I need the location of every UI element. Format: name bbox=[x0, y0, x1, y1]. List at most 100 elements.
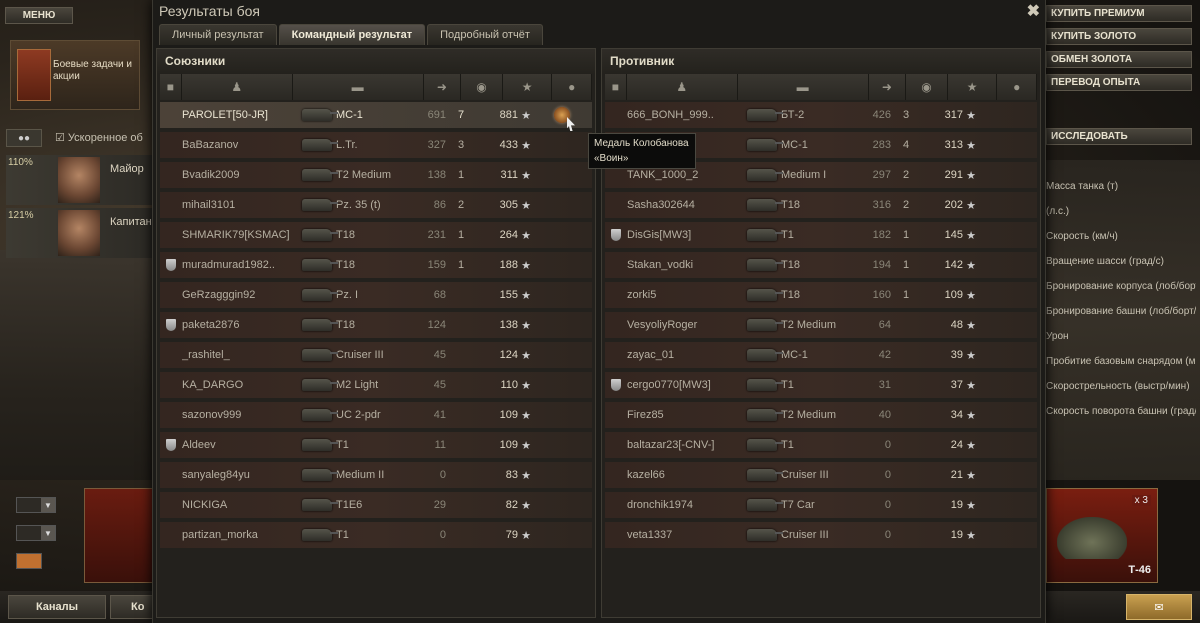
player-name[interactable]: partizan_morka bbox=[182, 529, 300, 541]
player-name[interactable]: baltazar23[-CNV-] bbox=[627, 439, 745, 451]
player-row[interactable]: Bvadik2009 T2 Medium 138 1 311 ★ bbox=[160, 162, 592, 188]
crew-member-1[interactable]: 110% Майор bbox=[6, 155, 156, 205]
filter-level-button[interactable] bbox=[16, 553, 42, 569]
player-name[interactable]: 666_BONH_999.. bbox=[627, 109, 745, 121]
player-row[interactable]: baltazar23[-CNV-] T1 0 24 ★ bbox=[605, 432, 1037, 458]
player-row[interactable]: VesyoliyRoger T2 Medium 64 48 ★ bbox=[605, 312, 1037, 338]
tank-name: T2 Medium bbox=[781, 319, 837, 331]
player-row[interactable]: kazel66 Cruiser III 0 21 ★ bbox=[605, 462, 1037, 488]
tab-personal[interactable]: Личный результат bbox=[159, 24, 277, 45]
player-name[interactable]: zayac_01 bbox=[627, 349, 745, 361]
tank-name: Cruiser III bbox=[336, 349, 384, 361]
player-name[interactable]: Firez85 bbox=[627, 409, 745, 421]
research-button[interactable]: ИССЛЕДОВАТЬ bbox=[1046, 128, 1192, 145]
player-row[interactable]: sanyaleg84yu Medium II 0 83 ★ bbox=[160, 462, 592, 488]
exchange-gold-button[interactable]: ОБМЕН ЗОЛОТА bbox=[1046, 51, 1192, 68]
medal-column-icon[interactable]: ● bbox=[997, 74, 1038, 100]
player-name[interactable]: GeRzagggin92 bbox=[182, 289, 300, 301]
star-icon: ★ bbox=[521, 199, 531, 212]
accelerated-training-checkbox[interactable]: ☑ Ускоренное об bbox=[55, 131, 143, 144]
tab-detailed[interactable]: Подробный отчёт bbox=[427, 24, 543, 45]
convert-xp-button[interactable]: ПЕРЕВОД ОПЫТА bbox=[1046, 74, 1192, 91]
player-row[interactable]: SHMARIK79[KSMAC] T18 231 1 264 ★ bbox=[160, 222, 592, 248]
xp-column-icon[interactable]: ★ bbox=[502, 74, 553, 100]
player-row[interactable]: Firez85 T2 Medium 40 34 ★ bbox=[605, 402, 1037, 428]
kills-column-icon[interactable]: ◉ bbox=[461, 74, 503, 100]
player-name[interactable]: kazel66 bbox=[627, 469, 745, 481]
tank-column-icon[interactable]: ▬ bbox=[737, 74, 869, 100]
player-name[interactable]: BaBazanov bbox=[182, 139, 300, 151]
player-row[interactable]: Sasha302644 T18 316 2 202 ★ bbox=[605, 192, 1037, 218]
player-column-icon[interactable]: ♟ bbox=[181, 74, 293, 100]
player-name[interactable]: Stakan_vodki bbox=[627, 259, 745, 271]
xp-column-icon[interactable]: ★ bbox=[947, 74, 998, 100]
kills-value: 3 bbox=[457, 139, 465, 151]
player-row[interactable]: PAROLET[50-JR] МС-1 691 7 881 ★ bbox=[160, 102, 592, 128]
player-row[interactable]: paketa2876 T18 124 138 ★ bbox=[160, 312, 592, 338]
player-row[interactable]: muradmurad1982.. T18 159 1 188 ★ bbox=[160, 252, 592, 278]
player-name[interactable]: veta1337 bbox=[627, 529, 745, 541]
player-name[interactable]: Bvadik2009 bbox=[182, 169, 300, 181]
player-row[interactable]: veta1337 Cruiser III 0 19 ★ bbox=[605, 522, 1037, 548]
player-row[interactable]: NICKIGA T1E6 29 82 ★ bbox=[160, 492, 592, 518]
player-name[interactable]: muradmurad1982.. bbox=[182, 259, 300, 271]
player-row[interactable]: KA_DARGO M2 Light 45 110 ★ bbox=[160, 372, 592, 398]
player-name[interactable]: sanyaleg84yu bbox=[182, 469, 300, 481]
player-row[interactable]: sazonov999 UC 2-pdr 41 109 ★ bbox=[160, 402, 592, 428]
damage-column-icon[interactable]: ➜ bbox=[868, 74, 907, 100]
medal-cell[interactable] bbox=[534, 107, 590, 123]
player-name[interactable]: DisGis[MW3] bbox=[627, 229, 745, 241]
player-column-icon[interactable]: ♟ bbox=[626, 74, 738, 100]
player-name[interactable]: zorki5 bbox=[627, 289, 745, 301]
player-name[interactable]: mihail3101 bbox=[182, 199, 300, 211]
player-row[interactable]: dronchik1974 T7 Car 0 19 ★ bbox=[605, 492, 1037, 518]
player-row[interactable]: Stakan_vodki T18 194 1 142 ★ bbox=[605, 252, 1037, 278]
contacts-button[interactable]: Ко bbox=[110, 595, 155, 619]
tab-team[interactable]: Командный результат bbox=[278, 24, 426, 45]
kills-column-icon[interactable]: ◉ bbox=[906, 74, 948, 100]
crew-toggle-button[interactable]: ●● bbox=[6, 129, 42, 147]
player-name[interactable]: PAROLET[50-JR] bbox=[182, 109, 300, 121]
buy-gold-button[interactable]: КУПИТЬ ЗОЛОТО bbox=[1046, 28, 1192, 45]
menu-button[interactable]: МЕНЮ bbox=[5, 7, 73, 24]
player-row[interactable]: GeRzagggin92 Pz. I 68 155 ★ bbox=[160, 282, 592, 308]
channels-button[interactable]: Каналы bbox=[8, 595, 106, 619]
player-name[interactable]: _rashitel_ bbox=[182, 349, 300, 361]
allies-table-header: ■ ♟ ▬ ➜ ◉ ★ ● bbox=[160, 74, 593, 100]
damage-column-icon[interactable]: ➜ bbox=[423, 74, 462, 100]
filter-type-select[interactable]: ▼ bbox=[16, 525, 56, 541]
player-row[interactable]: BaBazanov L.Tr. 327 3 433 ★ bbox=[160, 132, 592, 158]
player-name[interactable]: KA_DARGO bbox=[182, 379, 300, 391]
player-row[interactable]: DisGis[MW3] T1 182 1 145 ★ bbox=[605, 222, 1037, 248]
player-name[interactable]: cergo0770[MW3] bbox=[627, 379, 745, 391]
player-row[interactable]: zorki5 T18 160 1 109 ★ bbox=[605, 282, 1037, 308]
tank-column-icon[interactable]: ▬ bbox=[292, 74, 424, 100]
crew-member-2[interactable]: 121% Капитан bbox=[6, 208, 156, 258]
medal-column-icon[interactable]: ● bbox=[552, 74, 593, 100]
player-name[interactable]: Aldeev bbox=[182, 439, 300, 451]
squad-column-icon[interactable]: ■ bbox=[160, 74, 182, 100]
player-name[interactable]: dronchik1974 bbox=[627, 499, 745, 511]
close-icon[interactable]: ✖ bbox=[1027, 1, 1040, 21]
player-name[interactable]: SHMARIK79[KSMAC] bbox=[182, 229, 300, 241]
player-row[interactable]: mihail3101 Pz. 35 (t) 86 2 305 ★ bbox=[160, 192, 592, 218]
player-row[interactable]: 666_BONH_999.. БТ-2 426 3 317 ★ bbox=[605, 102, 1037, 128]
carousel-tank-slot-selected[interactable]: x 3 Т-46 bbox=[1046, 488, 1158, 583]
player-name[interactable]: VesyoliyRoger bbox=[627, 319, 745, 331]
player-row[interactable]: zayac_01 МС-1 42 39 ★ bbox=[605, 342, 1037, 368]
player-name[interactable]: TANK_1000_2 bbox=[627, 169, 745, 181]
squad-column-icon[interactable]: ■ bbox=[605, 74, 627, 100]
player-row[interactable]: cergo0770[MW3] T1 31 37 ★ bbox=[605, 372, 1037, 398]
buy-premium-button[interactable]: КУПИТЬ ПРЕМИУМ bbox=[1046, 5, 1192, 22]
quests-button[interactable]: Боевые задачи и акции bbox=[10, 40, 140, 110]
player-row[interactable]: _rashitel_ Cruiser III 45 124 ★ bbox=[160, 342, 592, 368]
carousel-tank-slot[interactable] bbox=[84, 488, 154, 583]
player-row[interactable]: Aldeev T1 11 109 ★ bbox=[160, 432, 592, 458]
player-name[interactable]: paketa2876 bbox=[182, 319, 300, 331]
player-name[interactable]: NICKIGA bbox=[182, 499, 300, 511]
player-name[interactable]: sazonov999 bbox=[182, 409, 300, 421]
player-row[interactable]: partizan_morka T1 0 79 ★ bbox=[160, 522, 592, 548]
chat-button[interactable]: ✉ bbox=[1126, 594, 1192, 620]
player-name[interactable]: Sasha302644 bbox=[627, 199, 745, 211]
filter-nation-select[interactable]: ▼ bbox=[16, 497, 56, 513]
